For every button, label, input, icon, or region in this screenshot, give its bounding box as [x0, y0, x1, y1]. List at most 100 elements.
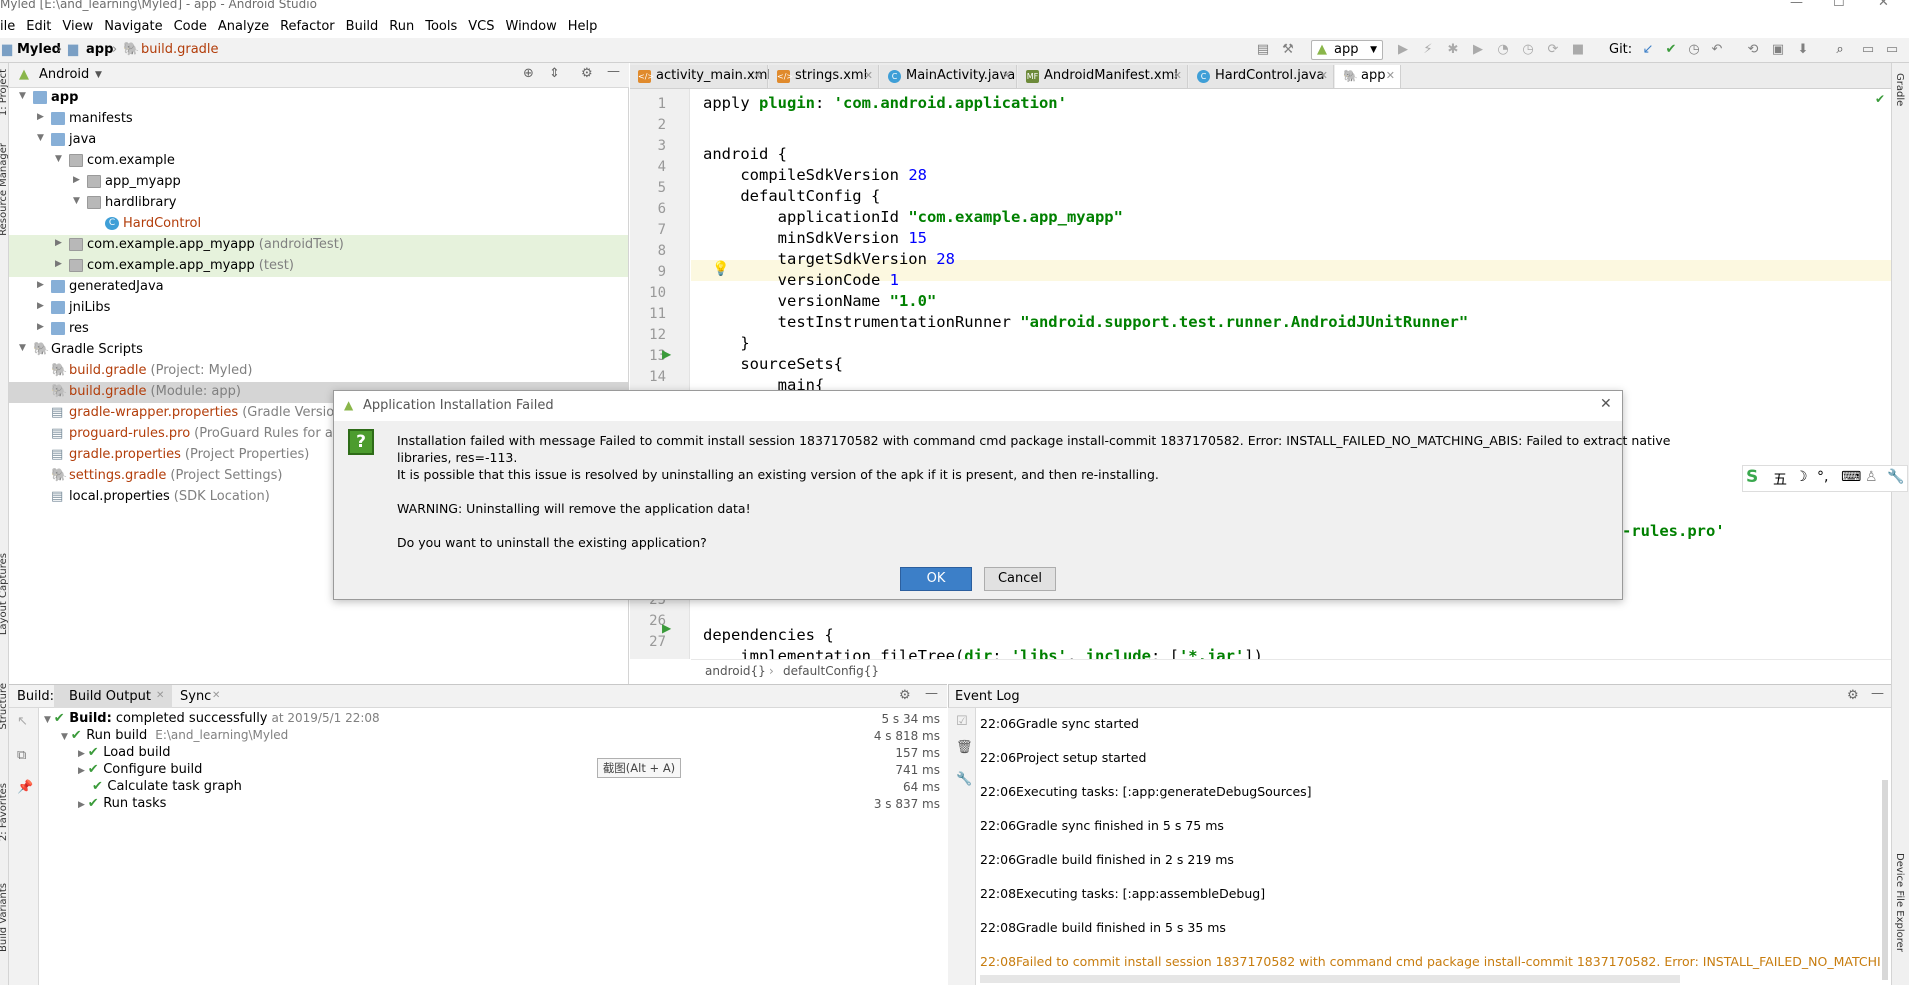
chevron-down-icon[interactable]: ▼: [61, 732, 71, 742]
tab-sync[interactable]: Sync: [180, 689, 211, 704]
gear-icon[interactable]: ⚙: [581, 66, 593, 81]
tree-item[interactable]: C HardControl: [9, 214, 628, 235]
horizontal-scrollbar[interactable]: [980, 975, 1680, 983]
ime-mode[interactable]: 五: [1773, 469, 1787, 489]
build-tree-row[interactable]: ▶ ✔ Load build: [78, 745, 179, 760]
build-tree-row[interactable]: ▶ ✔ Run tasks: [78, 796, 174, 811]
breadcrumb-file[interactable]: build.gradle: [141, 42, 219, 57]
event-log-entry[interactable]: 22:06Project setup started: [980, 750, 1146, 765]
build-tree-row[interactable]: ▶ ✔ Configure build: [78, 762, 210, 777]
menu-item[interactable]: Build: [346, 19, 379, 34]
structure-tool-button[interactable]: Structure: [0, 683, 9, 730]
avd-manager-icon[interactable]: ▣: [1770, 42, 1786, 58]
hide-panel-icon[interactable]: —: [1871, 686, 1884, 701]
editor-tab[interactable]: </> activity_main.xml ✕: [630, 65, 771, 88]
chevron-right-icon[interactable]: ▶: [73, 175, 80, 185]
close-tab-icon[interactable]: ✕: [1319, 65, 1328, 87]
build-variants-tool-button[interactable]: Build Variants: [0, 883, 9, 952]
favorites-tool-button[interactable]: 2: Favorites: [0, 783, 9, 841]
keyboard-icon[interactable]: ⌨: [1841, 469, 1861, 485]
sdk-manager-icon[interactable]: ⬇: [1795, 42, 1811, 58]
editor-tab[interactable]: 🐘 app ✕: [1335, 65, 1401, 88]
layout-icon[interactable]: ▭: [1860, 42, 1876, 58]
chevron-right-icon[interactable]: ▶: [78, 749, 88, 759]
build-tree-row[interactable]: ✔ Calculate task graph: [78, 779, 250, 794]
menu-item[interactable]: ile: [0, 19, 15, 34]
pin-icon[interactable]: 📌: [17, 780, 33, 795]
chevron-down-icon[interactable]: ▼: [55, 154, 62, 164]
ok-button[interactable]: OK: [900, 567, 972, 591]
tree-item[interactable]: ▼ 🐘 Gradle Scripts: [9, 340, 628, 361]
chevron-down-icon[interactable]: ▼: [44, 715, 54, 725]
project-tool-button[interactable]: 1: Project: [0, 69, 9, 116]
profile-icon[interactable]: ◔: [1495, 42, 1511, 58]
close-window-icon[interactable]: ✕: [1878, 0, 1889, 10]
menu-item[interactable]: Help: [568, 19, 598, 34]
git-commit-icon[interactable]: ✔: [1663, 42, 1679, 58]
chevron-right-icon[interactable]: ▶: [78, 800, 88, 810]
editor-tab[interactable]: C HardControl.java ✕: [1189, 65, 1334, 88]
menu-item[interactable]: Code: [174, 19, 207, 34]
search-icon[interactable]: ⌕: [1832, 42, 1848, 58]
tree-item[interactable]: ▶ res: [9, 319, 628, 340]
menu-item[interactable]: View: [62, 19, 93, 34]
git-revert-icon[interactable]: ↶: [1709, 42, 1725, 58]
apply-changes-icon[interactable]: ⚡: [1420, 42, 1436, 58]
chevron-down-icon[interactable]: ▼: [19, 343, 26, 353]
close-tab-icon[interactable]: ✕: [1002, 65, 1011, 87]
layout-captures-tool-button[interactable]: Layout Captures: [0, 553, 9, 635]
menu-item[interactable]: Analyze: [218, 19, 269, 34]
stop-icon[interactable]: ■: [1570, 42, 1586, 58]
close-tab-icon[interactable]: ✕: [1173, 65, 1182, 87]
hide-panel-icon[interactable]: —: [925, 686, 938, 701]
run-gutter-icon[interactable]: ▶: [662, 347, 671, 361]
maximize-icon[interactable]: ☐: [1833, 0, 1845, 10]
close-tab-icon[interactable]: ✕: [212, 690, 220, 701]
git-update-icon[interactable]: ↙: [1640, 42, 1656, 58]
debug-icon[interactable]: ✱: [1445, 42, 1461, 58]
chevron-down-icon[interactable]: ▼: [37, 133, 44, 143]
build-tree-row[interactable]: ▼ ✔ Build: completed successfully at 2019/…: [44, 711, 380, 726]
close-tab-icon[interactable]: ✕: [156, 690, 164, 701]
editor-crumb-android[interactable]: android{}: [705, 664, 766, 678]
menu-item[interactable]: VCS: [468, 19, 494, 34]
tree-item[interactable]: ▼ com.example: [9, 151, 628, 172]
menu-item[interactable]: Navigate: [104, 19, 162, 34]
vertical-scrollbar[interactable]: [1882, 780, 1888, 980]
chevron-down-icon[interactable]: ▼: [73, 196, 80, 206]
chevron-down-icon[interactable]: ▼: [95, 70, 102, 80]
chevron-right-icon[interactable]: ▶: [55, 238, 62, 248]
chevron-right-icon[interactable]: ▶: [37, 112, 44, 122]
user-icon[interactable]: ♙: [1865, 469, 1878, 485]
editor-tab[interactable]: MF AndroidManifest.xml ✕: [1018, 65, 1188, 88]
tree-item[interactable]: ▼ java: [9, 130, 628, 151]
mark-read-icon[interactable]: ☑: [956, 714, 968, 729]
gradle-tool-button[interactable]: Gradle: [1894, 73, 1905, 106]
sync-gradle-icon[interactable]: ⟲: [1745, 42, 1761, 58]
chevron-right-icon[interactable]: ▶: [55, 259, 62, 269]
project-structure-icon[interactable]: ▤: [1255, 42, 1271, 58]
tab-build-output[interactable]: Build Output: [69, 689, 151, 704]
close-tab-icon[interactable]: ✕: [753, 65, 762, 87]
close-icon[interactable]: ✕: [1600, 396, 1612, 412]
attach-debugger-icon[interactable]: ◷: [1520, 42, 1536, 58]
gear-icon[interactable]: ⚙: [1847, 688, 1859, 703]
menu-item[interactable]: Tools: [425, 19, 457, 34]
wrench-icon[interactable]: 🔧: [1887, 469, 1904, 485]
tree-item[interactable]: ▶ manifests: [9, 109, 628, 130]
event-log-entry[interactable]: 22:06Gradle sync finished in 5 s 75 ms: [980, 818, 1224, 833]
run-gutter-icon[interactable]: ▶: [662, 621, 671, 635]
more-icon[interactable]: ▭: [1884, 42, 1900, 58]
rerun-icon[interactable]: ⟳: [1545, 42, 1561, 58]
event-log-entry[interactable]: 22:08Failed to commit install session 18…: [980, 954, 1880, 969]
git-history-icon[interactable]: ◷: [1686, 42, 1702, 58]
event-log-entry[interactable]: 22:06Gradle sync started: [980, 716, 1139, 731]
menu-item[interactable]: Run: [389, 19, 414, 34]
tree-item[interactable]: ▶ com.example.app_myapp (androidTest): [9, 235, 628, 256]
build-tree-row[interactable]: ▼ ✔ Run build E:\and_learning\Myled: [61, 728, 288, 743]
event-log-entry[interactable]: 22:06Executing tasks: [:app:generateDebu…: [980, 784, 1312, 799]
collapse-all-icon[interactable]: ⇕: [549, 66, 560, 81]
chevron-right-icon[interactable]: ▶: [37, 322, 44, 332]
locate-icon[interactable]: ⊕: [523, 66, 534, 81]
tree-item[interactable]: ▼ hardlibrary: [9, 193, 628, 214]
